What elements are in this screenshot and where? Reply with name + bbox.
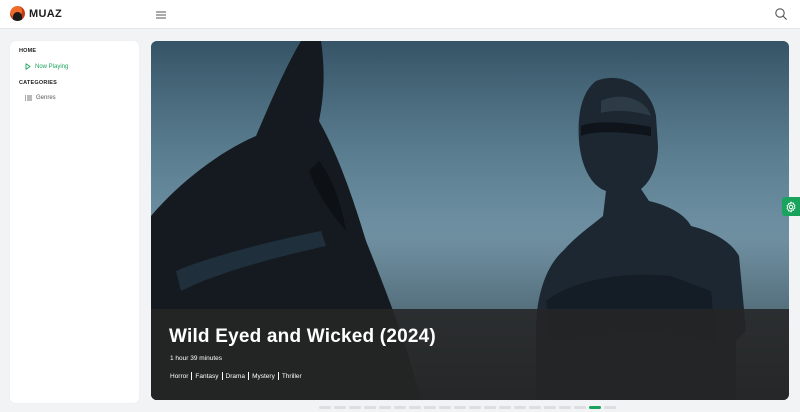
carousel-dot[interactable] bbox=[559, 406, 571, 409]
genre-divider bbox=[191, 372, 193, 380]
genre-divider bbox=[221, 372, 223, 380]
carousel-dot[interactable] bbox=[529, 406, 541, 409]
carousel-dot[interactable] bbox=[394, 406, 406, 409]
carousel-dot[interactable] bbox=[544, 406, 556, 409]
carousel-dot[interactable] bbox=[499, 406, 511, 409]
carousel-dot[interactable] bbox=[364, 406, 376, 409]
carousel-dot-active[interactable] bbox=[589, 406, 601, 409]
settings-toggle-button[interactable] bbox=[782, 197, 800, 216]
top-bar: MUAZ bbox=[0, 0, 800, 29]
genre-tag[interactable]: Mystery bbox=[252, 373, 275, 380]
carousel-dot[interactable] bbox=[424, 406, 436, 409]
brand-logo[interactable]: MUAZ bbox=[10, 6, 62, 21]
carousel-dot[interactable] bbox=[454, 406, 466, 409]
search-icon[interactable] bbox=[774, 7, 788, 21]
genre-divider bbox=[277, 372, 279, 380]
sidebar-section-categories: CATEGORIES bbox=[19, 80, 57, 86]
genre-tag[interactable]: Horror bbox=[170, 373, 188, 380]
carousel-dot[interactable] bbox=[319, 406, 331, 409]
carousel-dot[interactable] bbox=[514, 406, 526, 409]
genre-divider bbox=[248, 372, 250, 380]
sidebar-item-now-playing[interactable]: Now Playing bbox=[25, 63, 68, 70]
hamburger-menu-icon[interactable] bbox=[155, 8, 167, 20]
sidebar-item-label: Now Playing bbox=[35, 63, 69, 70]
carousel-dot[interactable] bbox=[574, 406, 586, 409]
logo-icon bbox=[10, 6, 25, 21]
sidebar-item-label: Genres bbox=[36, 95, 56, 101]
carousel-dot[interactable] bbox=[604, 406, 616, 409]
movie-title[interactable]: Wild Eyed and Wicked (2024) bbox=[169, 326, 436, 348]
sidebar-section-home: HOME bbox=[19, 48, 37, 54]
carousel-dot[interactable] bbox=[469, 406, 481, 409]
carousel-dot[interactable] bbox=[379, 406, 391, 409]
carousel-dot[interactable] bbox=[409, 406, 421, 409]
carousel-dot[interactable] bbox=[349, 406, 361, 409]
genre-tag[interactable]: Fantasy bbox=[195, 373, 218, 380]
hero-caption: Wild Eyed and Wicked (2024) 1 hour 39 mi… bbox=[151, 309, 789, 400]
sidebar-item-genres[interactable]: Genres bbox=[25, 95, 56, 101]
carousel-dot[interactable] bbox=[484, 406, 496, 409]
play-icon bbox=[25, 63, 31, 70]
hero-banner[interactable]: Wild Eyed and Wicked (2024) 1 hour 39 mi… bbox=[151, 41, 789, 400]
list-icon bbox=[25, 95, 32, 101]
genre-tag[interactable]: Thriller bbox=[282, 373, 302, 380]
app-name: MUAZ bbox=[29, 7, 62, 20]
carousel-dot[interactable] bbox=[439, 406, 451, 409]
carousel-dot[interactable] bbox=[334, 406, 346, 409]
movie-duration: 1 hour 39 minutes bbox=[170, 355, 223, 362]
sidebar: HOME Now Playing CATEGORIES Genres bbox=[10, 41, 139, 403]
carousel-pagination bbox=[319, 406, 616, 409]
gear-icon bbox=[786, 201, 796, 212]
genre-list: Horror Fantasy Drama Mystery Thriller bbox=[170, 372, 302, 380]
genre-tag[interactable]: Drama bbox=[226, 373, 246, 380]
